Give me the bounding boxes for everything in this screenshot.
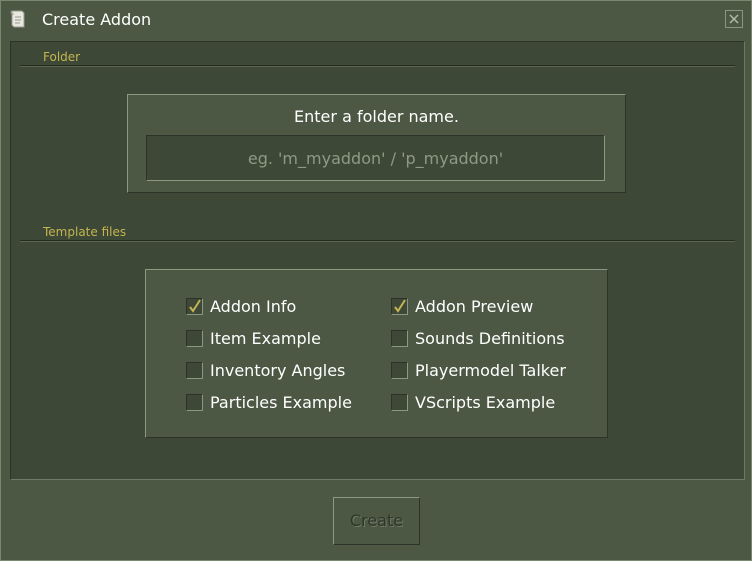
create-addon-window: Create Addon Folder Enter a folder name.… (0, 0, 752, 561)
window-title: Create Addon (42, 10, 152, 29)
checkbox-particles-example-box[interactable] (186, 394, 203, 411)
checkmark-icon (189, 299, 201, 313)
checkbox-vscripts-example-box[interactable] (391, 394, 408, 411)
create-button[interactable]: Create (333, 497, 420, 545)
checkbox-sounds-definitions-box[interactable] (391, 330, 408, 347)
checkbox-label: Addon Info (210, 297, 297, 316)
checkbox-inventory-angles-box[interactable] (186, 362, 203, 379)
template-files-panel: Addon Info Addon Preview Item Example So… (145, 269, 608, 438)
checkbox-addon-info-box[interactable] (186, 298, 203, 315)
checkbox-playermodel-talker-box[interactable] (391, 362, 408, 379)
folder-section-label: Folder (43, 50, 81, 64)
template-section-label: Template files (43, 225, 127, 239)
folder-section-divider (20, 65, 735, 67)
checkbox-label: Playermodel Talker (415, 361, 566, 380)
close-button[interactable] (725, 10, 743, 28)
close-icon (729, 14, 739, 24)
folder-name-panel: Enter a folder name. (127, 94, 626, 193)
folder-prompt: Enter a folder name. (294, 107, 459, 126)
checkbox-label: Item Example (210, 329, 321, 348)
template-section-divider (20, 240, 735, 242)
folder-name-input[interactable] (146, 135, 605, 181)
checkbox-label: Sounds Definitions (415, 329, 565, 348)
title-bar[interactable]: Create Addon (1, 1, 751, 39)
checkbox-label: Addon Preview (415, 297, 534, 316)
content-panel: Folder Enter a folder name. Template fil… (10, 41, 745, 480)
checkbox-label: Particles Example (210, 393, 352, 412)
scroll-icon (9, 9, 27, 29)
checkbox-addon-preview-box[interactable] (391, 298, 408, 315)
checkbox-item-example-box[interactable] (186, 330, 203, 347)
checkbox-label: Inventory Angles (210, 361, 346, 380)
checkmark-icon (394, 299, 406, 313)
checkbox-label: VScripts Example (415, 393, 556, 412)
